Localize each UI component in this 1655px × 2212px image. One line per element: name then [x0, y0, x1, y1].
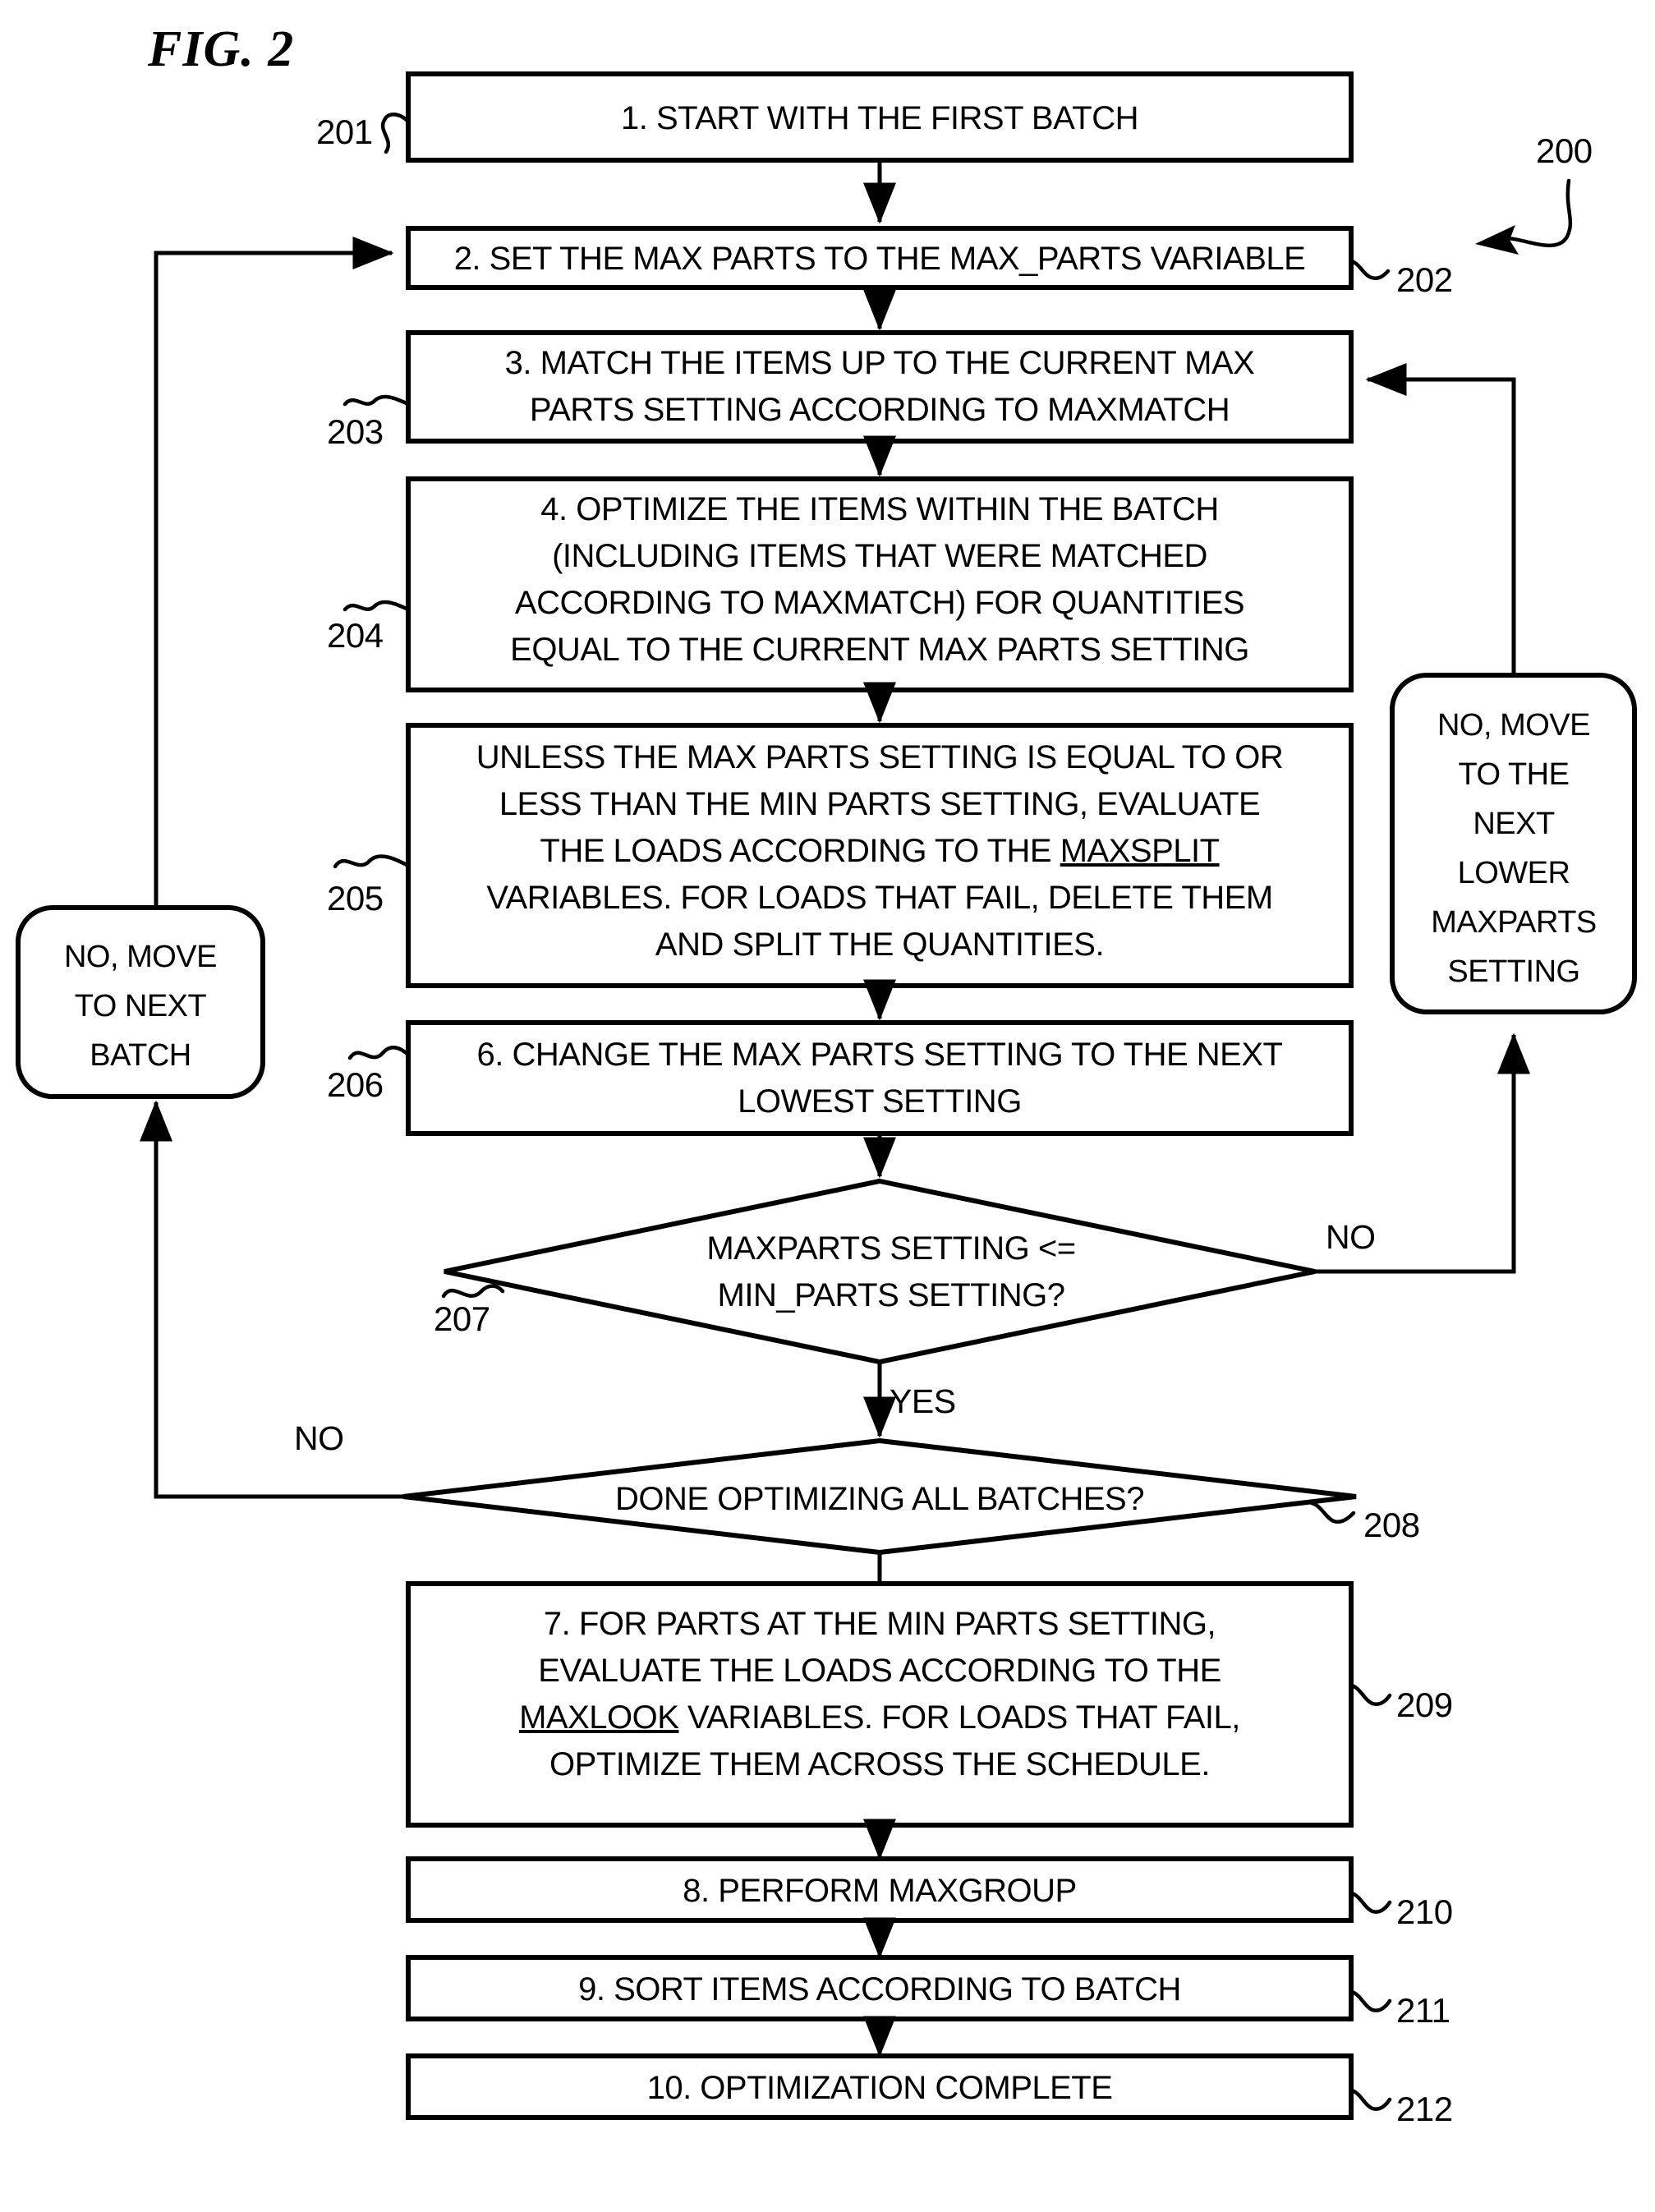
connector-left-loop-to-202 — [154, 237, 394, 908]
node-205-line-2: THE LOADS ACCORDING TO THE MAXSPLIT — [540, 833, 1219, 869]
side-node-left-line-0: NO, MOVE — [64, 940, 217, 974]
lead-line-200 — [1506, 178, 1573, 248]
node-204-line-3: EQUAL TO THE CURRENT MAX PARTS SETTING — [510, 632, 1249, 668]
lead-line-201 — [380, 113, 411, 154]
figure-root: FIG. 2 200 1. START WITH THE FIRST BATCH… — [0, 0, 1655, 2212]
side-node-left-line-2: BATCH — [90, 1038, 191, 1073]
node-209-line-1: EVALUATE THE LOADS ACCORDING TO THE — [538, 1653, 1221, 1689]
node-207-line-1: MIN_PARTS SETTING? — [718, 1277, 1065, 1313]
node-209-line-3: OPTIMIZE THEM ACROSS THE SCHEDULE. — [549, 1746, 1210, 1782]
branch-label-208-no: NO — [294, 1419, 344, 1457]
side-node-left-line-1: TO NEXT — [75, 989, 207, 1023]
lead-line-208 — [1309, 1501, 1356, 1524]
node-205-maxsplit-term: MAXSPLIT — [1060, 833, 1220, 869]
node-207-line-0: MAXPARTS SETTING <= — [706, 1230, 1075, 1267]
side-node-right-line-0: NO, MOVE — [1437, 708, 1590, 743]
ref-203: 203 — [327, 412, 384, 451]
lead-line-204 — [342, 600, 411, 612]
flowchart-canvas: FIG. 2 200 1. START WITH THE FIRST BATCH… — [16, 21, 1637, 2128]
ref-208: 208 — [1363, 1506, 1420, 1544]
node-209-line-2-b: VARIABLES. FOR LOADS THAT FAIL, — [678, 1699, 1239, 1736]
node-212-line-0: 10. OPTIMIZATION COMPLETE — [647, 2070, 1113, 2106]
node-202-line-0: 2. SET THE MAX PARTS TO THE MAX_PARTS VA… — [454, 241, 1306, 277]
node-206-line-1: LOWEST SETTING — [738, 1083, 1022, 1120]
lead-line-212 — [1349, 2088, 1392, 2111]
connector-208-no-to-left-loop — [140, 1100, 403, 1499]
ref-212: 212 — [1396, 2090, 1453, 2128]
ref-206: 206 — [327, 1065, 384, 1104]
lead-line-211 — [1349, 1989, 1392, 2012]
lead-line-203 — [342, 394, 411, 407]
branch-label-207-yes: YES — [890, 1382, 956, 1420]
branch-label-207-no: NO — [1326, 1218, 1376, 1256]
ref-205: 205 — [327, 879, 384, 917]
ref-201: 201 — [316, 113, 373, 151]
lead-line-206 — [347, 1046, 411, 1060]
node-203-line-0: 3. MATCH THE ITEMS UP TO THE CURRENT MAX — [505, 345, 1255, 381]
ref-204: 204 — [327, 616, 384, 655]
node-203-line-1: PARTS SETTING ACCORDING TO MAXMATCH — [530, 392, 1230, 428]
node-205-line-2-a: THE LOADS ACCORDING TO THE — [540, 833, 1060, 869]
side-node-right-line-3: LOWER — [1458, 856, 1570, 890]
ref-210: 210 — [1396, 1892, 1453, 1931]
side-node-right-line-5: SETTING — [1447, 954, 1579, 989]
node-209-line-0: 7. FOR PARTS AT THE MIN PARTS SETTING, — [544, 1606, 1216, 1642]
node-209-maxlook-term: MAXLOOK — [519, 1699, 679, 1736]
node-205-line-1: LESS THAN THE MIN PARTS SETTING, EVALUAT… — [499, 786, 1260, 822]
ref-209: 209 — [1396, 1685, 1453, 1724]
node-205-line-0: UNLESS THE MAX PARTS SETTING IS EQUAL TO… — [476, 739, 1283, 775]
node-204-line-0: 4. OPTIMIZE THE ITEMS WITHIN THE BATCH — [540, 491, 1219, 527]
figure-label: FIG. 2 — [147, 21, 294, 77]
ref-211: 211 — [1396, 1991, 1450, 2030]
side-node-right-line-4: MAXPARTS — [1431, 905, 1597, 940]
node-204-line-2: ACCORDING TO MAXMATCH) FOR QUANTITIES — [515, 585, 1244, 621]
node-211-line-0: 9. SORT ITEMS ACCORDING TO BATCH — [578, 1971, 1181, 2007]
side-node-right-line-1: TO THE — [1459, 757, 1570, 792]
node-210-line-0: 8. PERFORM MAXGROUP — [683, 1873, 1076, 1909]
node-205-line-3: VARIABLES. FOR LOADS THAT FAIL, DELETE T… — [486, 880, 1272, 916]
lead-line-210 — [1349, 1891, 1392, 1914]
node-201-line-0: 1. START WITH THE FIRST BATCH — [621, 100, 1138, 136]
node-204-line-1: (INCLUDING ITEMS THAT WERE MATCHED — [552, 538, 1207, 574]
node-208-line-0: DONE OPTIMIZING ALL BATCHES? — [615, 1481, 1144, 1517]
node-206-line-0: 6. CHANGE THE MAX PARTS SETTING TO THE N… — [477, 1037, 1283, 1073]
node-209-line-2: MAXLOOK VARIABLES. FOR LOADS THAT FAIL, — [519, 1699, 1240, 1736]
lead-line-205 — [333, 854, 411, 869]
node-205-line-4: AND SPLIT THE QUANTITIES. — [655, 927, 1104, 963]
lead-line-207 — [441, 1284, 505, 1299]
connector-right-loop-to-203 — [1365, 363, 1516, 675]
node-207-diamond — [444, 1178, 1316, 1365]
side-node-right-line-2: NEXT — [1473, 807, 1555, 841]
ref-202: 202 — [1396, 260, 1453, 299]
lead-line-202 — [1349, 259, 1391, 280]
ref-207: 207 — [434, 1299, 490, 1338]
ref-200: 200 — [1536, 131, 1593, 170]
lead-line-209 — [1349, 1683, 1392, 1706]
